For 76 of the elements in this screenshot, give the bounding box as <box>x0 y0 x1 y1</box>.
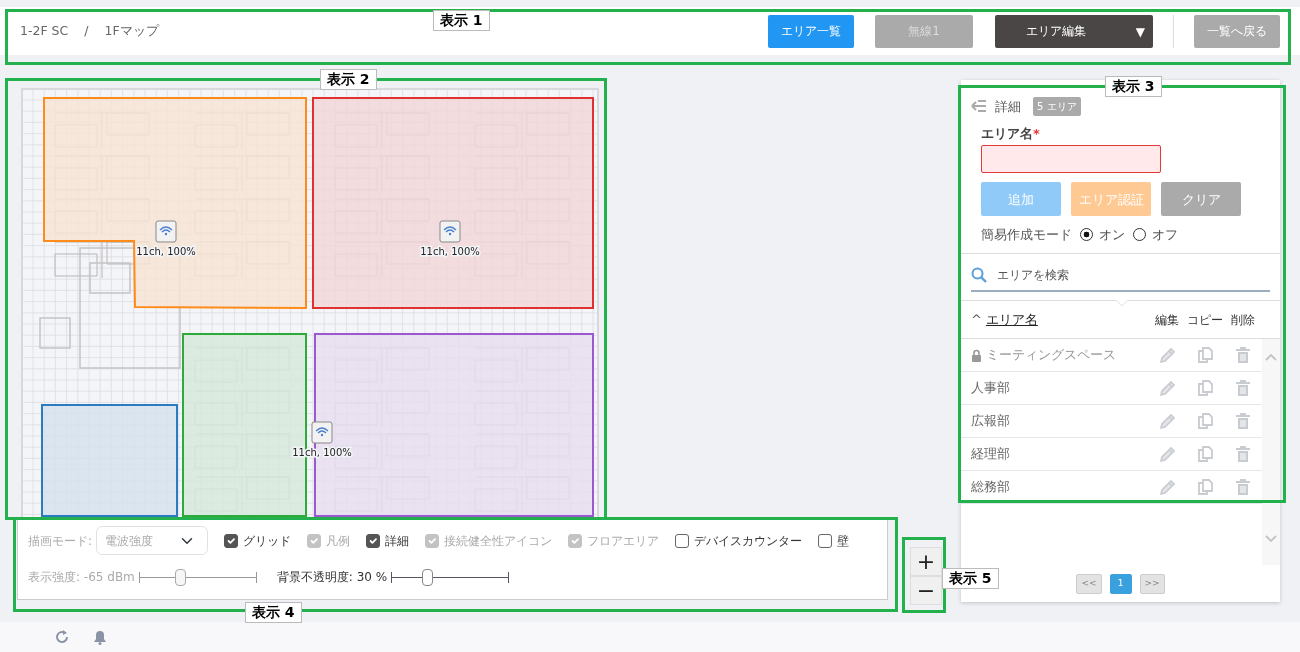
checkbox[interactable] <box>818 533 833 548</box>
column-header[interactable]: エリア名 <box>985 309 1038 330</box>
column-header: コピー <box>1186 311 1224 329</box>
area-name[interactable]: 広報部 <box>971 411 1010 431</box>
field-label: エリア名 <box>981 124 1033 143</box>
copy-icon[interactable] <box>1197 412 1213 430</box>
checkbox-label: 凡例 <box>326 532 351 550</box>
edit-icon[interactable] <box>1159 346 1175 364</box>
access-point-icon[interactable] <box>439 220 461 243</box>
callout-label: 表示 3 <box>1105 76 1162 97</box>
access-point-icon[interactable] <box>311 421 333 444</box>
edit-icon[interactable] <box>1159 445 1175 463</box>
access-point-label: 11ch, 100% <box>136 246 196 257</box>
edit-icon[interactable] <box>1159 412 1175 430</box>
chevron-up-icon[interactable] <box>1265 353 1277 362</box>
floor-area[interactable] <box>41 404 178 517</box>
radio-label: オフ <box>1152 225 1178 244</box>
caret-icon: ▼ <box>1135 22 1145 41</box>
access-point-icon[interactable] <box>155 220 177 243</box>
checkbox[interactable] <box>224 533 239 548</box>
mode-label: 簡易作成モード <box>981 225 1072 244</box>
callout-label: 表示 5 <box>942 568 999 589</box>
area-name-field[interactable] <box>981 145 1161 174</box>
collapse-icon[interactable] <box>971 100 987 113</box>
slider-label: 表示強度: -65 dBm <box>28 569 135 586</box>
breadcrumb-item[interactable]: 1Fマップ <box>104 21 159 41</box>
dropdown-button[interactable]: エリア編集 ▼ <box>995 14 1153 48</box>
copy-icon[interactable] <box>1197 445 1213 463</box>
zoom-out-button[interactable]: − <box>910 576 942 605</box>
radio-button[interactable] <box>1080 227 1093 241</box>
checkbox-label: 接続健全性アイコン <box>444 532 553 550</box>
search-icon <box>971 267 987 284</box>
checkbox-label: 詳細 <box>385 532 410 550</box>
access-point-label: 11ch, 100% <box>420 246 480 257</box>
chevron-down-icon[interactable] <box>1265 535 1277 544</box>
count-badge: 5 エリア <box>1033 96 1081 116</box>
callout-label: 表示 4 <box>245 602 302 623</box>
breadcrumb-item[interactable]: 1-2F SC <box>20 21 69 41</box>
checkbox-label: グリッド <box>243 532 292 550</box>
callout-label: 表示 1 <box>433 10 490 31</box>
floor-area[interactable] <box>312 97 594 309</box>
checkbox[interactable] <box>675 533 690 548</box>
panel-title: 詳細 <box>995 97 1021 116</box>
area-name[interactable]: 経理部 <box>971 444 1010 464</box>
column-header: 削除 <box>1230 311 1256 329</box>
copy-icon[interactable] <box>1197 478 1213 496</box>
edit-icon[interactable] <box>1159 478 1175 496</box>
breadcrumb-separator: / <box>84 21 89 40</box>
checkbox-label: デバイスカウンター <box>694 532 803 550</box>
mode-label: 描画モード: <box>28 532 93 550</box>
slider-thumb[interactable] <box>421 568 433 586</box>
sort-icon[interactable]: ^ <box>971 309 982 330</box>
callout-label: 表示 2 <box>320 69 377 90</box>
slider-label: 背景不透明度: 30 % <box>276 569 388 586</box>
required-mark: * <box>1033 124 1040 143</box>
zoom-in-button[interactable]: + <box>910 547 942 576</box>
radio-label: オン <box>1099 225 1125 244</box>
delete-icon[interactable] <box>1235 412 1251 430</box>
delete-icon[interactable] <box>1235 478 1251 496</box>
copy-icon[interactable] <box>1197 346 1213 364</box>
area-name[interactable]: 総務部 <box>971 477 1010 497</box>
copy-icon[interactable] <box>1197 379 1213 397</box>
delete-icon[interactable] <box>1235 445 1251 463</box>
checkbox-label: 壁 <box>837 532 850 550</box>
edit-icon[interactable] <box>1159 379 1175 397</box>
radio-button[interactable] <box>1133 227 1146 241</box>
scrollbar[interactable] <box>1262 339 1280 566</box>
delete-icon[interactable] <box>1235 379 1251 397</box>
column-header: 編集 <box>1154 311 1180 329</box>
area-name[interactable]: 人事部 <box>971 378 1010 398</box>
delete-icon[interactable] <box>1235 346 1251 364</box>
checkbox-label: フロアエリア <box>587 532 660 550</box>
toolbar-button[interactable]: エリア一覧 <box>768 14 854 48</box>
reload-icon[interactable] <box>55 630 69 644</box>
bell-icon[interactable] <box>93 629 107 645</box>
checkbox[interactable] <box>366 533 381 548</box>
